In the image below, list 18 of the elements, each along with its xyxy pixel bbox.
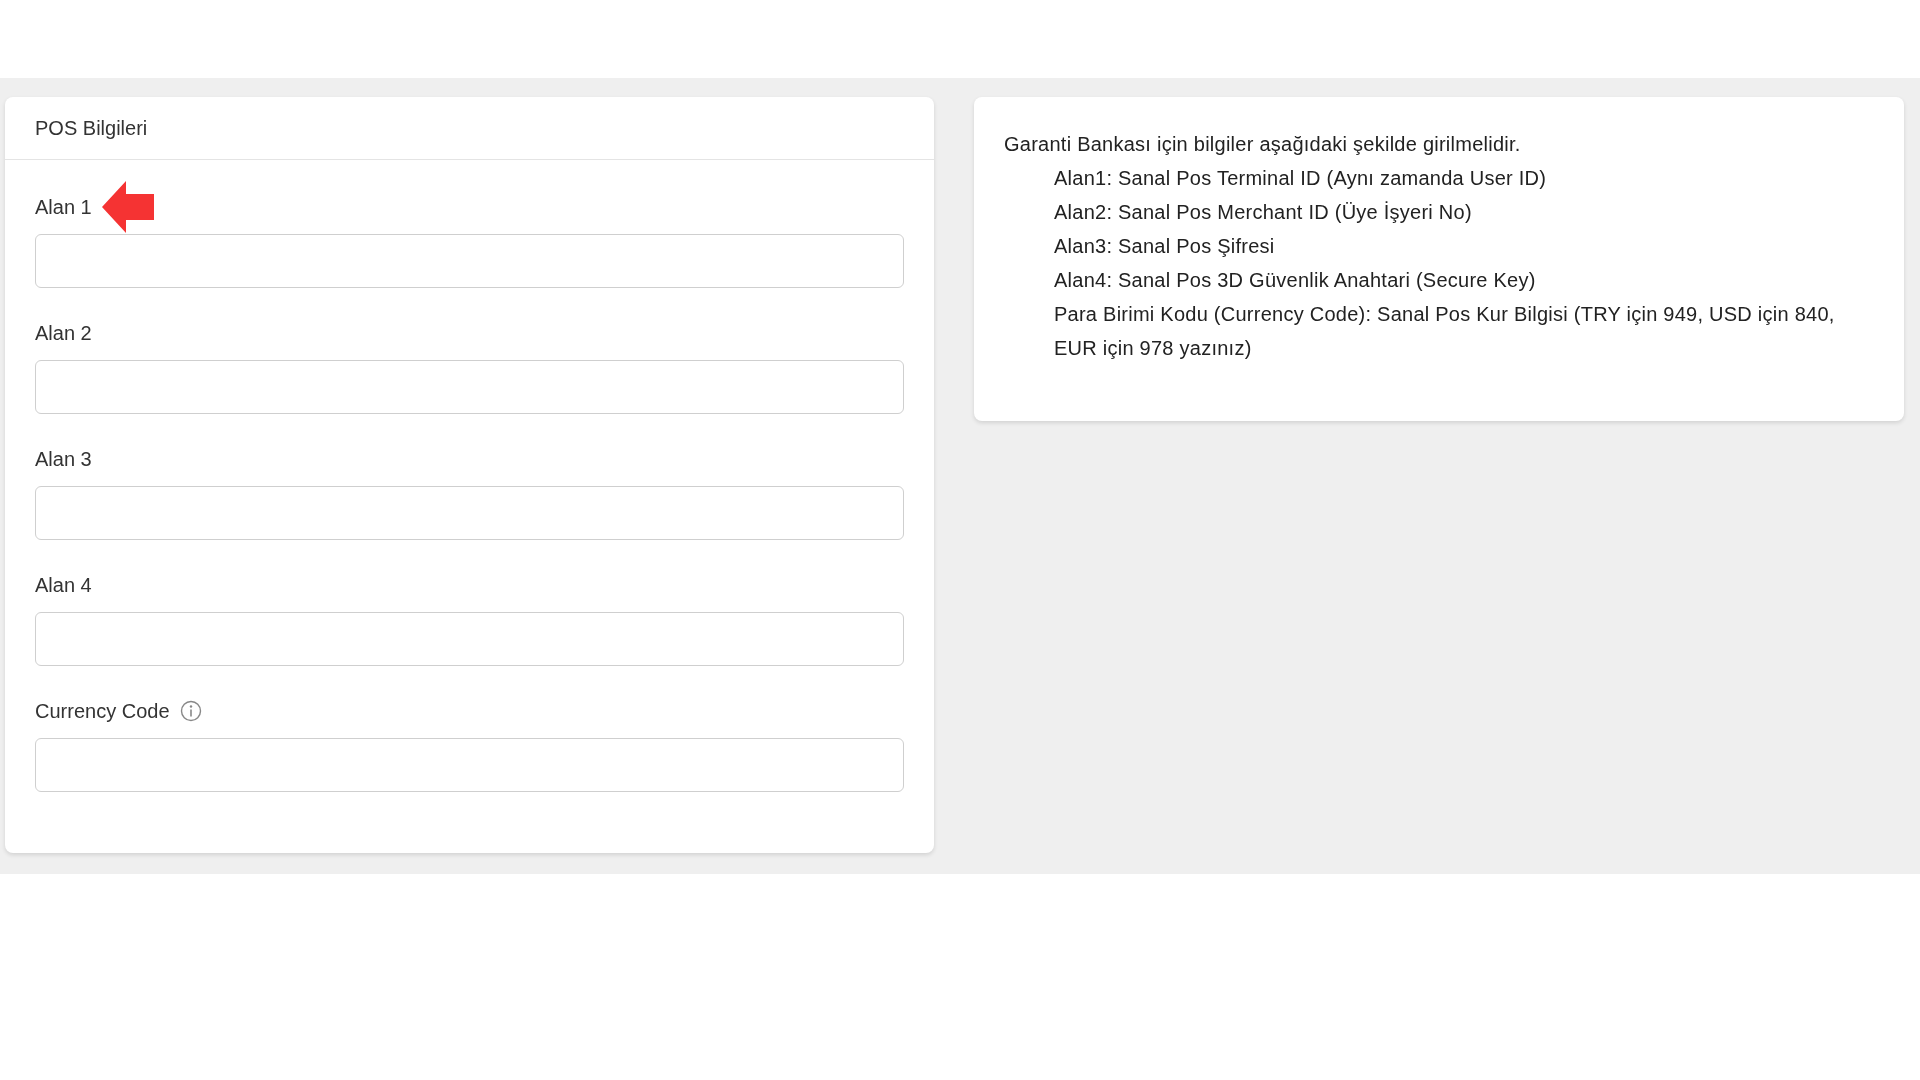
input-field[interactable]	[35, 234, 904, 288]
help-line: Alan2: Sanal Pos Merchant ID (Üye İşyeri No)	[1054, 200, 1473, 225]
field-label: Alan 4	[35, 573, 92, 597]
help-line: Para Birimi Kodu (Currency Code): Sanal Pos Kur Bilgisi (TRY için 949, USD için 840, EUR için 978 yazınız)	[1054, 302, 1836, 361]
input-field[interactable]	[35, 738, 904, 792]
input-field[interactable]	[35, 486, 904, 540]
input-field[interactable]	[35, 612, 904, 666]
card-title: POS Bilgileri	[35, 116, 148, 140]
field-label: Alan 1	[35, 195, 92, 219]
field-label: Currency Code	[35, 699, 170, 723]
help-text: Garanti Bankası için bilgiler aşağıdaki şekilde girilmelidir.	[1004, 132, 1522, 157]
field-label: Alan 2	[35, 321, 92, 345]
field-label: Alan 3	[35, 447, 92, 471]
info-icon[interactable]	[179, 700, 202, 722]
help-line: Alan1: Sanal Pos Terminal ID (Aynı zamanda User ID)	[1054, 166, 1548, 191]
help-line: Alan4: Sanal Pos 3D Güvenlik Anahtari (Secure Key)	[1054, 268, 1537, 293]
help-line: Alan3: Sanal Pos Şifresi	[1054, 234, 1276, 259]
input-field[interactable]	[35, 360, 904, 414]
